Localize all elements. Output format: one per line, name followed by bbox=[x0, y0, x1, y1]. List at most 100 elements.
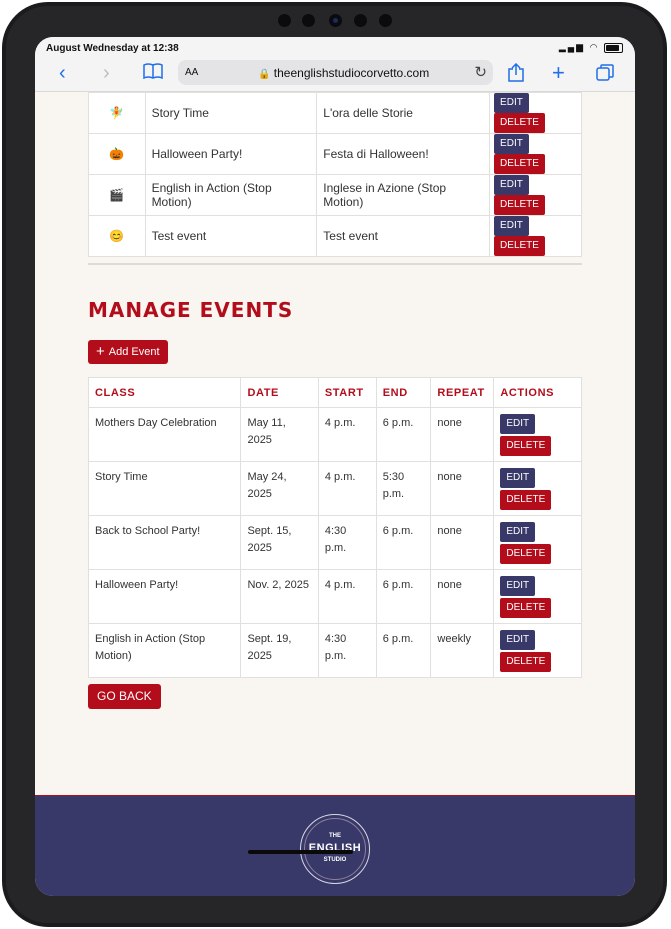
new-tab-icon[interactable]: + bbox=[552, 62, 565, 84]
logo-text-top: THE bbox=[329, 833, 341, 839]
date-cell: Sept. 15, 2025 bbox=[240, 515, 319, 570]
actions-stack: EDIT DELETE bbox=[500, 630, 575, 672]
date-cell: Nov. 2, 2025 bbox=[240, 569, 319, 624]
plus-icon: + bbox=[96, 343, 105, 360]
url-value: theenglishstudiocorvetto.com bbox=[273, 66, 430, 80]
italian-cell: Inglese in Azione (Stop Motion) bbox=[316, 174, 491, 216]
repeat-cell: none bbox=[430, 407, 495, 462]
table-row: English in Action (Stop Motion) Sept. 19… bbox=[87, 623, 582, 678]
repeat-cell: none bbox=[430, 569, 495, 624]
edit-button[interactable]: EDIT bbox=[494, 175, 529, 195]
table-row: 😊 Test event Test event EDIT DELETE bbox=[88, 215, 582, 257]
emoji-cell: 🎃 bbox=[88, 133, 146, 175]
table-header-row: CLASS DATE START END REPEAT ACTIONS bbox=[87, 377, 582, 408]
actions-cell: EDIT DELETE bbox=[493, 515, 582, 570]
footer: THE ENGLISH STUDIO bbox=[35, 795, 635, 896]
sensor-icon bbox=[379, 14, 392, 27]
add-event-button[interactable]: + Add Event bbox=[88, 340, 168, 364]
browser-toolbar: ‹ › AA 🔒 theenglishstudiocorvetto.com ↻ … bbox=[35, 57, 635, 92]
english-cell: Test event bbox=[144, 215, 318, 257]
actions-cell: EDIT DELETE bbox=[489, 174, 582, 216]
column-header-class: CLASS bbox=[87, 377, 242, 408]
sensor-icon bbox=[278, 14, 291, 27]
edit-button[interactable]: EDIT bbox=[494, 216, 529, 236]
tabs-icon[interactable] bbox=[596, 64, 614, 82]
english-cell: Story Time bbox=[144, 92, 318, 134]
delete-button[interactable]: DELETE bbox=[500, 436, 552, 456]
table-row: 🎃 Halloween Party! Festa di Halloween! E… bbox=[88, 133, 582, 175]
sensor-icon bbox=[302, 14, 315, 27]
forward-icon[interactable]: › bbox=[103, 62, 110, 84]
edit-button[interactable]: EDIT bbox=[500, 522, 536, 542]
delete-button[interactable]: DELETE bbox=[500, 490, 552, 510]
column-header-end: END bbox=[375, 377, 432, 408]
delete-button[interactable]: DELETE bbox=[494, 236, 545, 256]
page-content: 🧚 Story Time L'ora delle Storie EDIT DEL… bbox=[35, 92, 635, 792]
reader-aa-button[interactable]: AA bbox=[185, 67, 198, 78]
end-cell: 6 p.m. bbox=[375, 623, 432, 678]
camera-bar bbox=[272, 12, 402, 30]
italian-cell: Test event bbox=[316, 215, 491, 257]
start-cell: 4 p.m. bbox=[317, 461, 377, 516]
edit-button[interactable]: EDIT bbox=[500, 414, 536, 434]
emoji-cell: 😊 bbox=[88, 215, 146, 257]
home-indicator bbox=[248, 850, 353, 854]
studio-logo[interactable]: THE ENGLISH STUDIO bbox=[300, 814, 370, 884]
actions-cell: EDIT DELETE bbox=[489, 133, 582, 175]
table-row: 🎬 English in Action (Stop Motion) Ingles… bbox=[88, 174, 582, 216]
column-header-actions: ACTIONS bbox=[493, 377, 582, 408]
table-row: Back to School Party! Sept. 15, 2025 4:3… bbox=[87, 515, 582, 570]
class-cell: Back to School Party! bbox=[87, 515, 242, 570]
date-cell: Sept. 19, 2025 bbox=[240, 623, 319, 678]
actions-stack: EDIT DELETE bbox=[500, 414, 575, 456]
column-header-repeat: REPEAT bbox=[430, 377, 495, 408]
actions-cell: EDIT DELETE bbox=[493, 407, 582, 462]
edit-button[interactable]: EDIT bbox=[494, 93, 529, 113]
bookmarks-icon[interactable] bbox=[143, 63, 163, 79]
column-header-start: START bbox=[317, 377, 377, 408]
delete-button[interactable]: DELETE bbox=[500, 652, 552, 672]
edit-button[interactable]: EDIT bbox=[500, 630, 536, 650]
delete-button[interactable]: DELETE bbox=[500, 598, 552, 618]
end-cell: 5:30 p.m. bbox=[375, 461, 432, 516]
actions-cell: EDIT DELETE bbox=[489, 92, 582, 134]
edit-button[interactable]: EDIT bbox=[500, 468, 536, 488]
edit-button[interactable]: EDIT bbox=[500, 576, 536, 596]
italian-cell: Festa di Halloween! bbox=[316, 133, 491, 175]
delete-button[interactable]: DELETE bbox=[494, 154, 545, 174]
column-header-date: DATE bbox=[240, 377, 319, 408]
actions-cell: EDIT DELETE bbox=[493, 461, 582, 516]
table-row: Halloween Party! Nov. 2, 2025 4 p.m. 6 p… bbox=[87, 569, 582, 624]
translations-table: 🧚 Story Time L'ora delle Storie EDIT DEL… bbox=[88, 92, 582, 257]
delete-button[interactable]: DELETE bbox=[500, 544, 552, 564]
start-cell: 4:30 p.m. bbox=[317, 515, 377, 570]
battery-icon bbox=[604, 42, 623, 53]
class-cell: English in Action (Stop Motion) bbox=[87, 623, 242, 678]
actions-stack: EDIT DELETE bbox=[500, 522, 575, 564]
back-icon[interactable]: ‹ bbox=[59, 62, 66, 84]
italian-cell: L'ora delle Storie bbox=[316, 92, 491, 134]
add-event-label: Add Event bbox=[108, 346, 160, 358]
actions-cell: EDIT DELETE bbox=[493, 569, 582, 624]
repeat-cell: none bbox=[430, 515, 495, 570]
edit-button[interactable]: EDIT bbox=[494, 134, 529, 154]
delete-button[interactable]: DELETE bbox=[494, 113, 545, 133]
repeat-cell: none bbox=[430, 461, 495, 516]
emoji-cell: 🧚 bbox=[88, 92, 146, 134]
start-cell: 4 p.m. bbox=[317, 407, 377, 462]
english-cell: English in Action (Stop Motion) bbox=[144, 174, 318, 216]
sensor-icon bbox=[354, 14, 367, 27]
signal-icon: ▂▄▆ bbox=[558, 42, 586, 52]
start-cell: 4 p.m. bbox=[317, 569, 377, 624]
emoji-cell: 🎬 bbox=[88, 174, 146, 216]
go-back-button[interactable]: GO BACK bbox=[88, 684, 161, 709]
status-icons: ▂▄▆ ◠ bbox=[559, 42, 623, 53]
events-table: CLASS DATE START END REPEAT ACTIONS Moth… bbox=[87, 377, 582, 678]
end-cell: 6 p.m. bbox=[375, 569, 432, 624]
address-bar[interactable]: AA 🔒 theenglishstudiocorvetto.com ↻ bbox=[178, 60, 493, 85]
repeat-cell: weekly bbox=[430, 623, 495, 678]
date-cell: May 24, 2025 bbox=[240, 461, 319, 516]
delete-button[interactable]: DELETE bbox=[494, 195, 545, 215]
reload-icon[interactable]: ↻ bbox=[474, 63, 487, 81]
share-icon[interactable] bbox=[508, 63, 524, 82]
